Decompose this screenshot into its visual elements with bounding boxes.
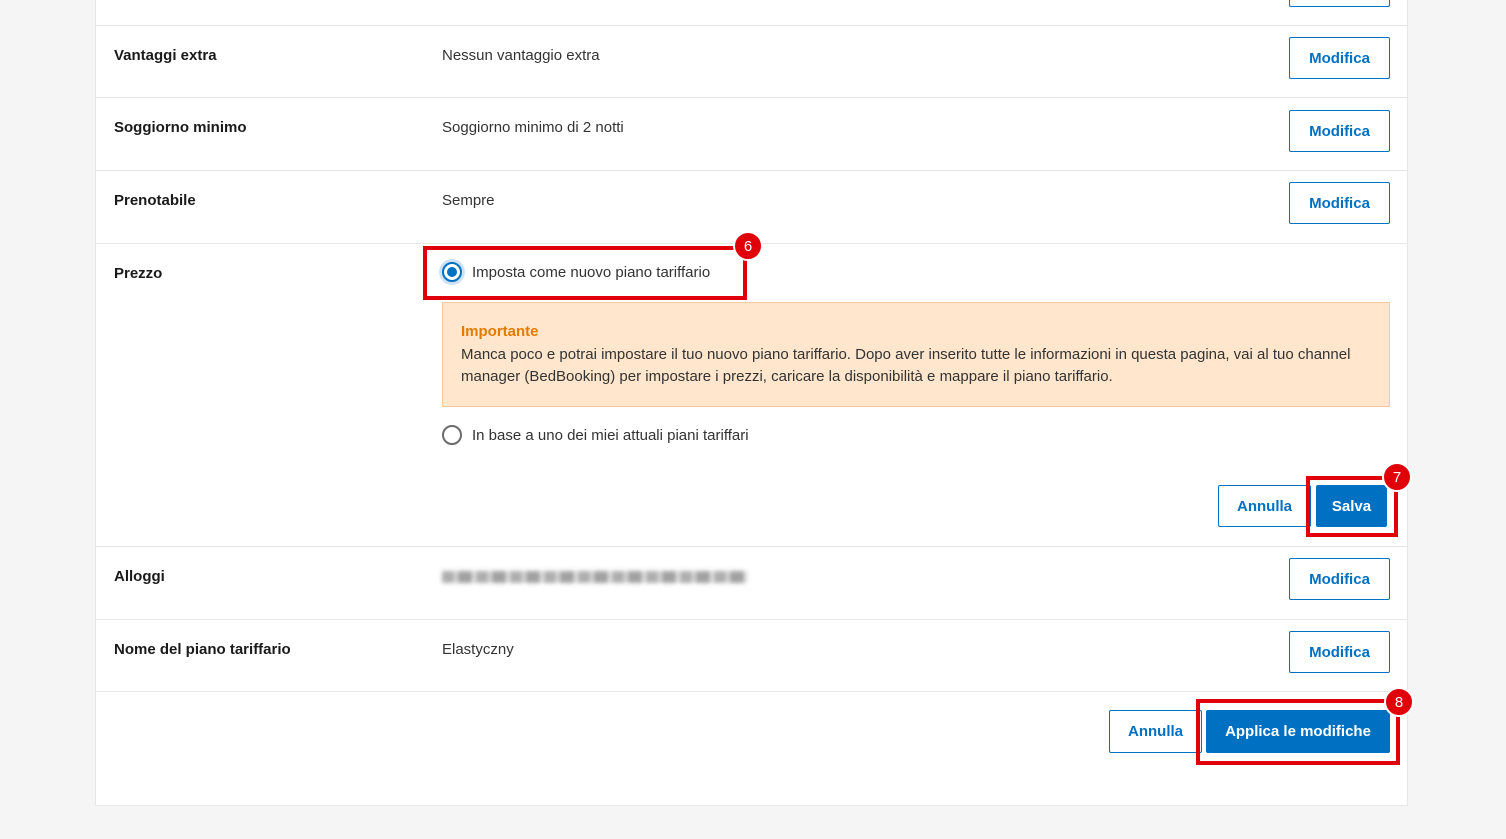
row-minimum-stay: Soggiorno minimo Soggiorno minimo di 2 n… [96, 98, 1407, 171]
footer-cancel-button[interactable]: Annulla [1109, 710, 1202, 753]
rate-plan-panel: Vantaggi extra Nessun vantaggio extra Mo… [95, 0, 1408, 806]
step-badge-7: 7 [1382, 462, 1412, 492]
row-value: Soggiorno minimo di 2 notti [442, 119, 624, 136]
step-badge-6: 6 [733, 231, 763, 261]
radio-unchecked-icon[interactable] [442, 425, 462, 445]
apply-changes-button[interactable]: Applica le modifiche [1206, 710, 1390, 753]
important-alert: Importante Manca poco e potrai impostare… [442, 302, 1390, 407]
row-label: Prenotabile [114, 192, 196, 209]
row-value: Nessun vantaggio extra [442, 47, 600, 64]
alert-title: Importante [461, 323, 539, 340]
save-button[interactable]: Salva [1316, 485, 1387, 527]
modifica-button[interactable]: Modifica [1289, 110, 1390, 152]
radio-checked-icon[interactable] [442, 262, 462, 282]
blurred-value [442, 571, 748, 583]
row-value: Elastyczny [442, 641, 514, 658]
row-label: Prezzo [114, 265, 163, 282]
radio-label: In base a uno dei miei attuali piani tar… [472, 426, 749, 444]
row-accommodations: Alloggi Modifica [96, 547, 1407, 620]
modifica-button[interactable]: Modifica [1289, 558, 1390, 600]
radio-option-existing-plan[interactable]: In base a uno dei miei attuali piani tar… [442, 425, 749, 445]
row-extra-benefits: Vantaggi extra Nessun vantaggio extra Mo… [96, 26, 1407, 98]
radio-option-new-plan[interactable]: Imposta come nuovo piano tariffario [442, 262, 710, 282]
row-label: Nome del piano tariffario [114, 641, 291, 658]
alert-text: Manca poco e potrai impostare il tuo nuo… [461, 346, 1351, 385]
modifica-button[interactable]: Modifica [1289, 631, 1390, 673]
radio-label: Imposta come nuovo piano tariffario [472, 263, 711, 281]
modifica-button[interactable]: Modifica [1289, 182, 1390, 224]
row-label: Alloggi [114, 568, 165, 585]
row-label: Vantaggi extra [114, 47, 217, 64]
row-label: Soggiorno minimo [114, 119, 247, 136]
cancel-button[interactable]: Annulla [1218, 485, 1311, 527]
step-badge-8: 8 [1384, 687, 1414, 717]
modifica-button[interactable]: Modifica [1289, 37, 1390, 79]
row-price: Prezzo Imposta come nuovo piano tariffar… [96, 244, 1407, 547]
row-top-divider [96, 0, 1407, 26]
row-plan-name: Nome del piano tariffario Elastyczny Mod… [96, 620, 1407, 692]
row-value: Sempre [442, 192, 495, 209]
